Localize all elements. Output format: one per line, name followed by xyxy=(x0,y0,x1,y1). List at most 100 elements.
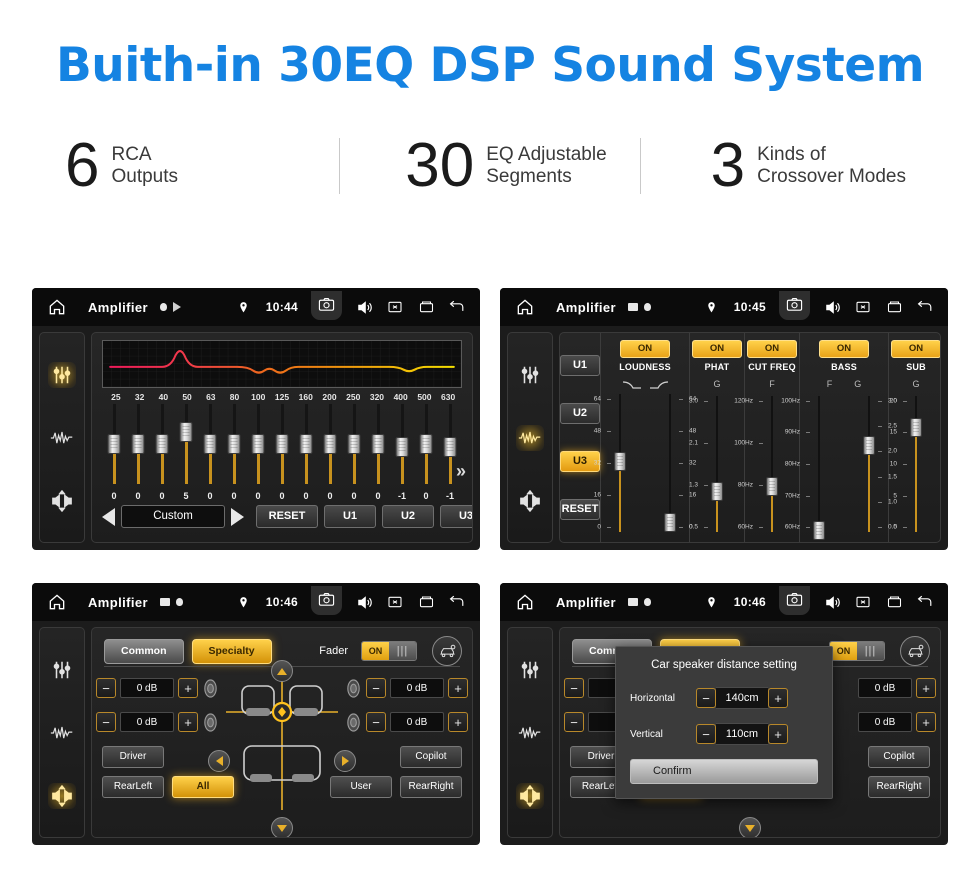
waveform-icon[interactable] xyxy=(48,425,76,451)
section-toggle-button[interactable]: ON xyxy=(747,340,797,358)
home-icon[interactable] xyxy=(514,297,536,317)
tab-specialty[interactable]: Specialty xyxy=(191,638,272,664)
eq-slider[interactable] xyxy=(270,404,294,490)
increment-button[interactable]: + xyxy=(768,688,788,708)
seat-rearleft-button[interactable]: RearLeft xyxy=(102,776,164,798)
back-arrow-icon[interactable] xyxy=(448,298,466,316)
eq-slider[interactable] xyxy=(390,404,414,490)
confirm-button[interactable]: Confirm xyxy=(630,759,818,784)
eq-slider[interactable] xyxy=(366,404,390,490)
vertical-slider[interactable]: 64 48 32 16 0 xyxy=(594,390,637,536)
eq-slider[interactable] xyxy=(414,404,438,490)
recents-icon[interactable] xyxy=(885,298,903,316)
eq-slider-knob[interactable] xyxy=(395,436,409,457)
sound-position-icon[interactable] xyxy=(48,782,76,809)
vertical-slider[interactable]: 64 48 32 16 0 xyxy=(653,390,696,536)
car-seat-diagram[interactable] xyxy=(222,672,342,812)
slider-knob[interactable] xyxy=(863,435,875,455)
camera-icon[interactable] xyxy=(311,291,342,320)
seat-all-button[interactable]: All xyxy=(172,776,234,798)
eq-slider[interactable] xyxy=(246,404,270,490)
seat-driver-button[interactable]: Driver xyxy=(102,746,164,768)
chevron-right-icon[interactable]: » xyxy=(456,461,466,482)
slider-knob[interactable] xyxy=(813,520,825,540)
volume-icon[interactable] xyxy=(355,298,373,316)
eq-slider-knob[interactable] xyxy=(251,434,265,454)
eq-slider-knob[interactable] xyxy=(443,436,457,457)
waveform-icon[interactable] xyxy=(516,424,544,451)
car-settings-icon[interactable] xyxy=(432,636,462,666)
eq-slider[interactable] xyxy=(318,404,342,490)
slider-knob[interactable] xyxy=(614,452,626,471)
nav-right-button[interactable] xyxy=(334,750,356,772)
eq-slider-knob[interactable] xyxy=(371,434,385,454)
seat-user-button[interactable]: User xyxy=(330,776,392,798)
eq-slider-knob[interactable] xyxy=(131,434,145,454)
eq-slider-knob[interactable] xyxy=(107,434,121,454)
nav-left-button[interactable] xyxy=(208,750,230,772)
equalizer-sliders-icon[interactable] xyxy=(516,362,544,388)
section-toggle-button[interactable]: ON xyxy=(692,340,742,358)
equalizer-sliders-icon[interactable] xyxy=(48,361,76,388)
recents-icon[interactable] xyxy=(417,593,435,611)
reset-button[interactable]: RESET xyxy=(560,499,600,521)
nav-up-button[interactable] xyxy=(271,660,293,682)
preset-u2-button[interactable]: U2 xyxy=(382,505,434,528)
eq-slider[interactable] xyxy=(102,404,126,490)
eq-slider-knob[interactable] xyxy=(203,434,217,454)
decrement-button[interactable]: − xyxy=(366,712,386,732)
reset-button[interactable]: RESET xyxy=(256,505,318,528)
preset-u2-button[interactable]: U2 xyxy=(560,402,600,424)
decrement-button[interactable]: − xyxy=(696,688,716,708)
recents-icon[interactable] xyxy=(417,298,435,316)
close-box-icon[interactable] xyxy=(386,593,404,611)
waveform-icon[interactable] xyxy=(48,720,76,746)
sound-position-icon[interactable] xyxy=(48,488,76,514)
volume-icon[interactable] xyxy=(823,298,841,316)
decrement-button[interactable]: − xyxy=(96,712,116,732)
decrement-button[interactable]: − xyxy=(366,678,386,698)
decrement-button[interactable]: − xyxy=(696,724,716,744)
slider-knob[interactable] xyxy=(766,477,778,497)
home-icon[interactable] xyxy=(46,297,68,317)
vertical-slider[interactable]: 3.0 2.5 2.0 1.5 1.0 0.5 xyxy=(852,392,897,536)
vertical-slider[interactable]: 20 15 10 5 0 xyxy=(890,392,933,536)
increment-button[interactable]: + xyxy=(448,678,468,698)
preset-u1-button[interactable]: U1 xyxy=(324,505,376,528)
camera-icon[interactable] xyxy=(779,291,810,320)
eq-slider[interactable] xyxy=(222,404,246,490)
eq-slider-knob[interactable] xyxy=(323,434,337,454)
eq-slider[interactable] xyxy=(150,404,174,490)
preset-u1-button[interactable]: U1 xyxy=(560,354,600,376)
eq-slider-knob[interactable] xyxy=(299,434,313,454)
vertical-slider[interactable]: 100Hz 90Hz 80Hz 70Hz 60Hz xyxy=(781,392,836,540)
eq-slider-knob[interactable] xyxy=(347,434,361,454)
decrement-button[interactable]: − xyxy=(96,678,116,698)
eq-slider-knob[interactable] xyxy=(179,421,193,442)
section-toggle-button[interactable]: ON xyxy=(819,340,869,358)
eq-slider[interactable] xyxy=(126,404,150,490)
back-arrow-icon[interactable] xyxy=(916,298,934,316)
seat-copilot-button[interactable]: Copilot xyxy=(400,746,462,768)
seat-rearright-button[interactable]: RearRight xyxy=(400,776,462,798)
eq-slider-knob[interactable] xyxy=(275,434,289,454)
equalizer-sliders-icon[interactable] xyxy=(48,657,76,683)
section-toggle-button[interactable]: ON xyxy=(620,340,670,358)
increment-button[interactable]: + xyxy=(178,712,198,732)
preset-name[interactable]: Custom xyxy=(121,505,225,528)
increment-button[interactable]: + xyxy=(178,678,198,698)
close-box-icon[interactable] xyxy=(386,298,404,316)
sound-position-icon[interactable] xyxy=(516,488,544,514)
vertical-slider[interactable]: 3.0 2.1 1.3 0.5 xyxy=(689,392,734,536)
eq-slider[interactable] xyxy=(342,404,366,490)
increment-button[interactable]: + xyxy=(768,724,788,744)
slider-knob[interactable] xyxy=(910,418,922,438)
preset-u3-button[interactable]: U3 xyxy=(440,505,472,528)
next-preset-button[interactable] xyxy=(231,507,244,526)
volume-icon[interactable] xyxy=(355,593,373,611)
section-toggle-button[interactable]: ON xyxy=(891,340,940,358)
tab-common[interactable]: Common xyxy=(104,638,184,664)
camera-icon[interactable] xyxy=(311,586,342,615)
back-arrow-icon[interactable] xyxy=(448,593,466,611)
close-box-icon[interactable] xyxy=(854,298,872,316)
